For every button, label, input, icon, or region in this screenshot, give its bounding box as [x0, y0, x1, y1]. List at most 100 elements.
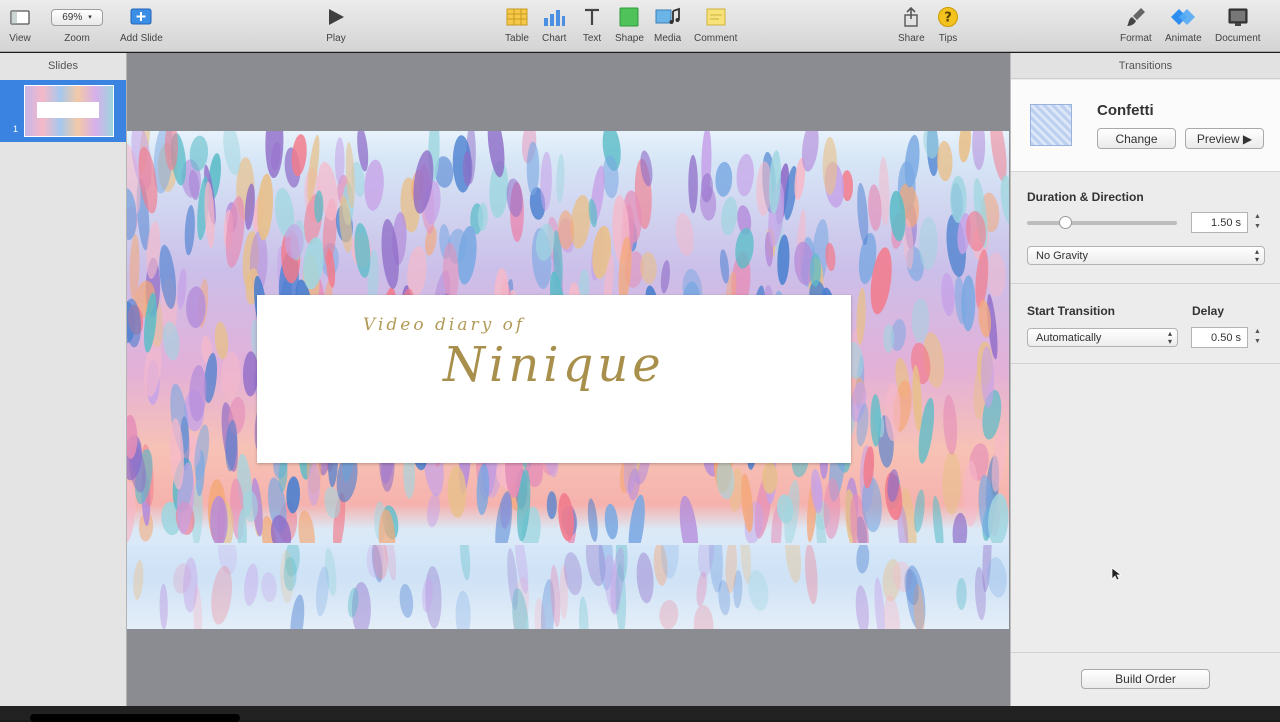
- feather-mark: [628, 494, 645, 543]
- transitions-inspector: Transitions Confetti Change Preview ▶ Du…: [1010, 53, 1280, 706]
- feather-mark: [578, 596, 589, 629]
- chevron-up-down-icon: ▴ ▾: [1167, 329, 1172, 346]
- slide-number: 1: [13, 124, 19, 134]
- feather-mark: [399, 583, 414, 618]
- transition-section: Confetti Change Preview ▶: [1011, 80, 1280, 172]
- zoom-control[interactable]: 69% ▾ Zoom: [51, 6, 103, 44]
- duration-slider-knob[interactable]: [1058, 216, 1072, 229]
- feather-mark: [286, 476, 301, 514]
- feather-mark: [660, 260, 670, 294]
- feather-mark: [679, 495, 699, 543]
- transition-name: Confetti: [1097, 102, 1154, 119]
- duration-stepper[interactable]: ▲ ▼: [1253, 212, 1262, 233]
- shape-icon: [618, 6, 640, 28]
- feather-mark: [133, 560, 144, 601]
- feather-mark: [937, 140, 953, 182]
- feather-mark: [715, 161, 733, 197]
- feather-mark: [460, 545, 471, 581]
- delay-field[interactable]: 0.50 s: [1191, 327, 1248, 348]
- comment-button[interactable]: Comment: [694, 6, 737, 44]
- zoom-value: 69%: [62, 11, 83, 23]
- feather-mark: [918, 216, 938, 270]
- slide-thumbnail-row[interactable]: 1: [0, 80, 126, 142]
- chevron-up-down-icon: ▴ ▾: [1254, 247, 1259, 264]
- slide-navigator: Slides 1: [0, 53, 127, 706]
- build-order-button[interactable]: Build Order: [1081, 669, 1210, 689]
- text-icon: [582, 6, 602, 28]
- feather-mark: [636, 552, 654, 604]
- feather-mark: [883, 323, 895, 353]
- slide-title[interactable]: Ninique: [443, 337, 665, 393]
- play-icon: [325, 6, 347, 28]
- chart-button[interactable]: Chart: [542, 6, 566, 44]
- slide-subtitle[interactable]: Video diary of: [363, 315, 525, 335]
- gravity-select[interactable]: No Gravity ▴ ▾: [1027, 246, 1265, 265]
- duration-slider[interactable]: [1027, 216, 1177, 229]
- share-label: Share: [898, 33, 925, 44]
- feather-mark: [427, 492, 440, 528]
- share-button[interactable]: Share: [898, 6, 925, 44]
- feather-mark: [659, 600, 679, 629]
- start-transition-select[interactable]: Automatically ▴ ▾: [1027, 328, 1178, 347]
- dock-bar: [30, 714, 240, 722]
- zoom-select[interactable]: 69% ▾: [51, 8, 103, 26]
- add-slide-label: Add Slide: [120, 33, 163, 44]
- table-button[interactable]: Table: [505, 6, 529, 44]
- document-button[interactable]: Document: [1215, 6, 1261, 44]
- delay-value: 0.50 s: [1211, 331, 1241, 344]
- feather-mark: [856, 545, 870, 574]
- preview-label: Preview ▶: [1196, 131, 1253, 146]
- feather-mark: [244, 563, 259, 607]
- shape-button[interactable]: Shape: [615, 6, 644, 44]
- tips-button[interactable]: ? Tips: [937, 6, 959, 44]
- feather-mark: [261, 572, 277, 603]
- text-button[interactable]: Text: [582, 6, 602, 44]
- add-slide-icon: [129, 6, 153, 28]
- feather-mark: [640, 252, 657, 284]
- feather-mark: [675, 213, 694, 256]
- bottom-feather-strip-image: [127, 545, 1009, 629]
- transition-preview-thumbnail: [1030, 104, 1072, 146]
- animate-label: Animate: [1165, 33, 1202, 44]
- feather-mark: [856, 287, 866, 345]
- feather-mark: [805, 545, 818, 605]
- feather-mark: [265, 131, 284, 179]
- delay-stepper[interactable]: ▲ ▼: [1253, 327, 1262, 348]
- media-label: Media: [654, 33, 682, 44]
- format-button[interactable]: Format: [1120, 6, 1152, 44]
- feather-mark: [941, 272, 955, 317]
- slide-thumbnail[interactable]: [24, 85, 114, 137]
- feather-mark: [822, 137, 838, 195]
- feather-mark: [963, 460, 979, 527]
- feather-mark: [546, 491, 557, 520]
- feather-mark: [284, 224, 304, 259]
- feather-mark: [823, 478, 841, 539]
- view-button[interactable]: View: [8, 6, 32, 44]
- animate-button[interactable]: Animate: [1165, 6, 1202, 44]
- slide-canvas[interactable]: Video diary of Ninique: [127, 53, 1010, 706]
- divider: [1011, 652, 1280, 653]
- feather-mark: [184, 205, 195, 256]
- feather-mark: [604, 503, 619, 540]
- feather-mark: [986, 252, 1006, 298]
- share-icon: [900, 6, 922, 28]
- toolbar: View 69% ▾ Zoom Add Slide Play Table Cha…: [0, 0, 1280, 52]
- title-text-box[interactable]: Video diary of Ninique: [257, 295, 851, 463]
- add-slide-button[interactable]: Add Slide: [120, 6, 163, 44]
- preview-button[interactable]: Preview ▶: [1185, 128, 1264, 149]
- feather-mark: [587, 498, 598, 542]
- change-button[interactable]: Change: [1097, 128, 1176, 149]
- divider: [1011, 283, 1280, 284]
- feather-mark: [942, 451, 962, 515]
- duration-field[interactable]: 1.50 s: [1191, 212, 1248, 233]
- feather-mark: [693, 605, 714, 629]
- feather-mark: [883, 594, 901, 629]
- duration-direction-label: Duration & Direction: [1027, 190, 1144, 204]
- media-button[interactable]: Media: [654, 6, 681, 44]
- feather-mark: [455, 590, 471, 629]
- slide[interactable]: Video diary of Ninique: [127, 131, 1009, 629]
- play-button[interactable]: Play: [325, 6, 347, 44]
- start-option: Automatically: [1036, 331, 1102, 344]
- inspector-header: Transitions: [1011, 53, 1280, 79]
- shape-label: Shape: [615, 33, 644, 44]
